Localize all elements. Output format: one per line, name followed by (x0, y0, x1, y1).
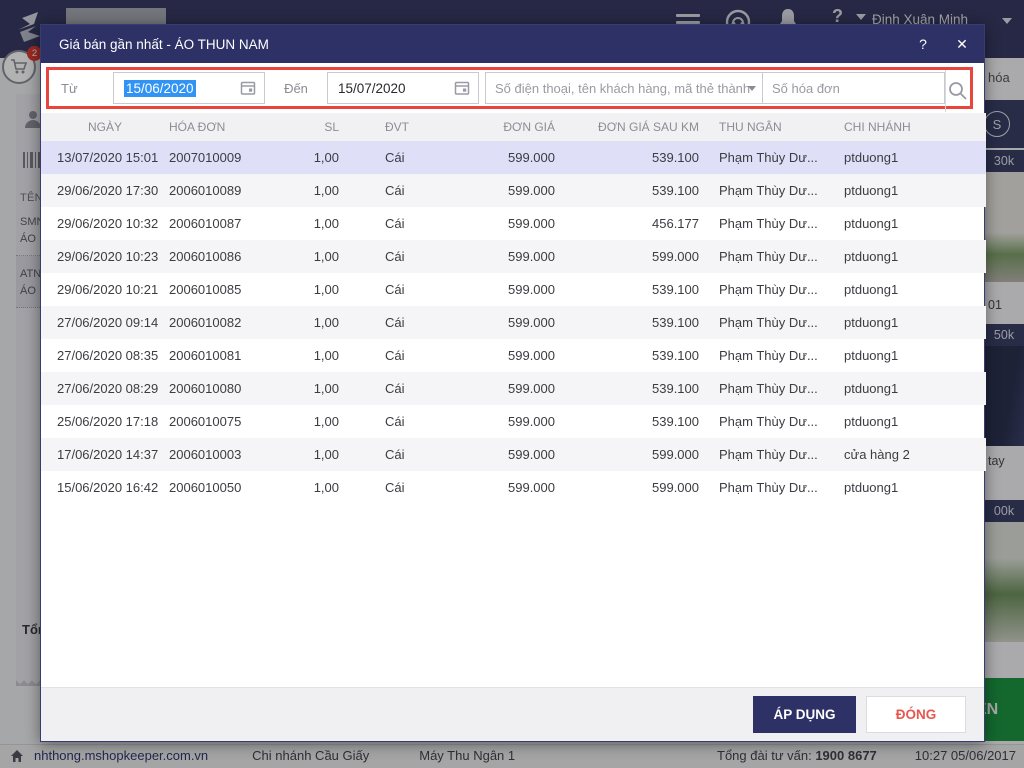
from-date-input[interactable]: 15/06/2020 (113, 72, 265, 104)
col-branch: CHI NHÁNH (836, 113, 986, 141)
table-row[interactable]: 15/06/2020 16:422006010050 1,00Cái 599.0… (41, 471, 986, 504)
chevron-down-icon (748, 86, 756, 91)
table-header: NGÀY HÓA ĐƠN SL ĐVT ĐƠN GIÁ ĐƠN GIÁ SAU … (41, 113, 986, 141)
customer-filter-placeholder: Số điện thoại, tên khách hàng, mã thẻ th… (495, 81, 750, 96)
close-button[interactable]: ĐÓNG (866, 696, 966, 733)
dialog-help-button[interactable]: ? (906, 36, 940, 52)
to-date-input[interactable]: 15/07/2020 (327, 72, 479, 104)
dialog-title: Giá bán gần nhất - ÁO THUN NAM (41, 37, 906, 52)
table-empty-area (41, 504, 984, 687)
from-date-label: Từ (49, 81, 113, 96)
col-invoice: HÓA ĐƠN (169, 113, 284, 141)
table-row[interactable]: 29/06/2020 10:212006010085 1,00Cái 599.0… (41, 273, 986, 306)
close-icon[interactable]: ✕ (940, 36, 984, 53)
table-row[interactable]: 27/06/2020 08:352006010081 1,00Cái 599.0… (41, 339, 986, 372)
col-unit: ĐVT (341, 113, 453, 141)
search-button[interactable] (945, 70, 970, 112)
latest-price-dialog: Giá bán gần nhất - ÁO THUN NAM ? ✕ Từ 15… (40, 24, 985, 742)
price-history-table: NGÀY HÓA ĐƠN SL ĐVT ĐƠN GIÁ ĐƠN GIÁ SAU … (41, 113, 984, 504)
table-row[interactable]: 27/06/2020 08:292006010080 1,00Cái 599.0… (41, 372, 986, 405)
to-date-label: Đến (265, 81, 327, 96)
col-price: ĐƠN GIÁ (453, 113, 557, 141)
price-table-body: 13/07/2020 15:012007010009 1,00Cái 599.0… (41, 141, 986, 504)
invoice-number-input[interactable] (763, 72, 945, 104)
to-date-value: 15/07/2020 (338, 81, 454, 96)
dialog-footer: ÁP DỤNG ĐÓNG (41, 687, 984, 741)
from-date-value: 15/06/2020 (124, 80, 196, 97)
table-row[interactable]: 25/06/2020 17:182006010075 1,00Cái 599.0… (41, 405, 986, 438)
apply-button[interactable]: ÁP DỤNG (753, 696, 856, 733)
filter-highlight-box: Từ 15/06/2020 Đến 15/07/2020 (46, 67, 973, 109)
col-price-after-promo: ĐƠN GIÁ SAU KM (557, 113, 701, 141)
customer-filter-dropdown[interactable]: Số điện thoại, tên khách hàng, mã thẻ th… (485, 72, 763, 104)
table-row[interactable]: 29/06/2020 10:232006010086 1,00Cái 599.0… (41, 240, 986, 273)
calendar-icon[interactable] (240, 80, 256, 96)
filter-section: Từ 15/06/2020 Đến 15/07/2020 (41, 63, 984, 113)
dialog-header: Giá bán gần nhất - ÁO THUN NAM ? ✕ (41, 25, 984, 63)
col-qty: SL (284, 113, 341, 141)
table-row[interactable]: 27/06/2020 09:142006010082 1,00Cái 599.0… (41, 306, 986, 339)
calendar-icon[interactable] (454, 80, 470, 96)
col-cashier: THU NGÂN (701, 113, 836, 141)
table-row[interactable]: 13/07/2020 15:012007010009 1,00Cái 599.0… (41, 141, 986, 174)
table-row[interactable]: 29/06/2020 10:322006010087 1,00Cái 599.0… (41, 207, 986, 240)
col-date: NGÀY (41, 113, 169, 141)
table-row[interactable]: 17/06/2020 14:372006010003 1,00Cái 599.0… (41, 438, 986, 471)
table-row[interactable]: 29/06/2020 17:302006010089 1,00Cái 599.0… (41, 174, 986, 207)
search-icon (947, 80, 969, 102)
